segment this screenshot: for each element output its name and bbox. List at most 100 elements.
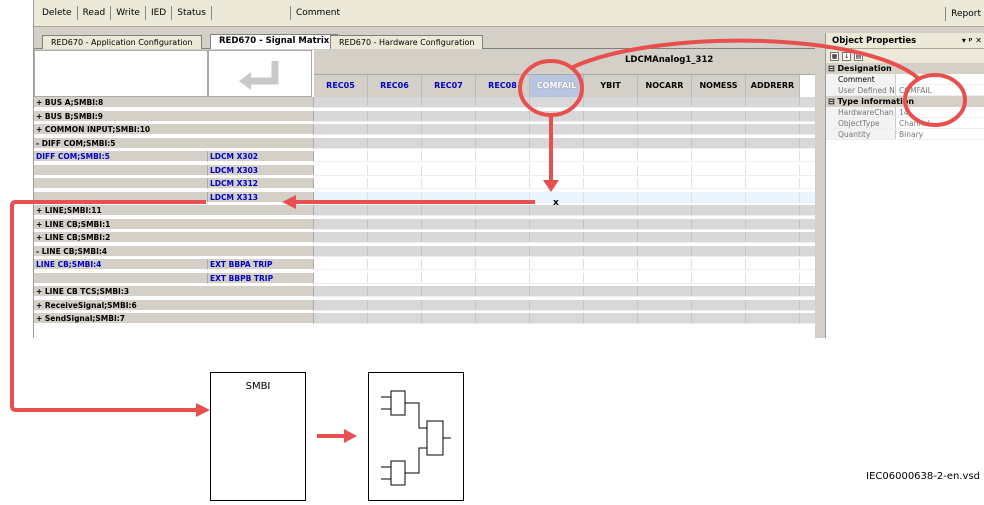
screenshot-window: Delete Read Write IED Status Comment Rep… [33, 0, 984, 338]
property-key: User Defined N [826, 85, 896, 95]
row-cells[interactable] [314, 272, 815, 284]
column-header-nocarr[interactable]: NOCARR [638, 75, 692, 97]
row-group-label[interactable]: + LINE CB TCS;SMBI:3 [34, 286, 314, 297]
row-cells[interactable] [314, 259, 815, 270]
row-signal-label: EXT BBPB TRIP [208, 272, 314, 284]
row-cells[interactable] [314, 286, 815, 297]
column-header-rec06[interactable]: REC06 [368, 75, 422, 97]
property-category[interactable]: ⊟ Type information [826, 96, 984, 107]
row-signal-label: LDCM X303 [208, 164, 314, 176]
ied-button[interactable]: IED [146, 6, 173, 20]
property-pages-icon[interactable]: ▤ [854, 51, 863, 61]
matrix-row[interactable]: - LINE CB;SMBI:4 [34, 245, 815, 257]
row-cells[interactable] [314, 151, 815, 162]
panel-controls[interactable]: ▾ ᵖ ✕ [962, 33, 982, 49]
row-cells[interactable] [314, 245, 815, 257]
matrix-row[interactable]: + BUS A;SMBI:8 [34, 97, 815, 108]
matrix-group-header: LDCMAnalog1_312 [314, 50, 815, 75]
matrix-row[interactable]: - DIFF COM;SMBI:5 [34, 137, 815, 149]
matrix-row[interactable]: LINE CB;SMBI:4 EXT BBPA TRIP [34, 259, 815, 270]
connection-mark[interactable]: x [553, 198, 559, 208]
row-signal-label: LDCM X312 [208, 178, 314, 189]
tab-application-configuration[interactable]: RED670 - Application Configuration [42, 35, 202, 49]
write-button[interactable]: Write [111, 6, 146, 20]
property-value[interactable]: Binary [896, 129, 984, 139]
row-cells[interactable] [314, 313, 815, 324]
row-cells[interactable] [314, 178, 815, 189]
logic-diagram-icon [381, 390, 451, 486]
column-header-rec07[interactable]: REC07 [422, 75, 476, 97]
report-button[interactable]: Report [945, 7, 981, 21]
row-cells[interactable] [314, 164, 815, 176]
row-cells[interactable] [314, 110, 815, 122]
matrix-row[interactable]: + BUS B;SMBI:9 [34, 110, 815, 122]
row-cells[interactable] [314, 299, 815, 311]
row-cells[interactable] [314, 191, 815, 203]
smbi-label: SMBI [245, 381, 271, 392]
row-group-label[interactable]: + LINE;SMBI:11 [34, 205, 314, 216]
group-title: LDCMAnalog1_312 [625, 55, 714, 65]
row-group-label[interactable]: + ReceiveSignal;SMBI:6 [34, 299, 314, 311]
row-cells[interactable] [314, 97, 815, 108]
row-group-label[interactable]: + SendSignal;SMBI:7 [34, 313, 314, 324]
row-signal-label: LDCM X302 [208, 151, 314, 162]
figure-caption: IEC06000638-2-en.vsd [866, 471, 980, 482]
sort-az-icon[interactable]: ↓ [842, 51, 851, 61]
return-arrow-icon [239, 61, 279, 90]
matrix-row[interactable]: DIFF COM;SMBI:5 LDCM X302 [34, 151, 815, 162]
row-group-label[interactable]: + COMMON INPUT;SMBI:10 [34, 124, 314, 135]
read-button[interactable]: Read [78, 6, 112, 20]
row-group-label[interactable]: + LINE CB;SMBI:2 [34, 232, 314, 243]
row-cells[interactable] [314, 137, 815, 149]
property-row[interactable]: Comment [826, 74, 984, 85]
row-group-label[interactable]: + BUS A;SMBI:8 [34, 97, 314, 108]
matrix-row[interactable]: + LINE CB TCS;SMBI:3 [34, 286, 815, 297]
delete-button[interactable]: Delete [34, 6, 78, 20]
column-header-rec08[interactable]: REC08 [476, 75, 530, 97]
property-key: ObjectType [826, 118, 896, 128]
row-cells[interactable] [314, 232, 815, 243]
property-value[interactable]: Channel [896, 118, 984, 128]
row-group-label[interactable]: - DIFF COM;SMBI:5 [34, 137, 314, 149]
matrix-row[interactable]: EXT BBPB TRIP [34, 272, 815, 284]
column-header-addrerr[interactable]: ADDRERR [746, 75, 800, 97]
matrix-row[interactable]: + LINE;SMBI:11 [34, 205, 815, 216]
matrix-row[interactable]: LDCM X312 [34, 178, 815, 189]
row-group-label[interactable]: + BUS B;SMBI:9 [34, 110, 314, 122]
route-arrowhead-icon [196, 403, 210, 417]
collapse-icon[interactable]: ⊟ [828, 97, 838, 106]
row-group-label[interactable]: - LINE CB;SMBI:4 [34, 245, 314, 257]
matrix-row[interactable]: + LINE CB;SMBI:2 [34, 232, 815, 243]
tab-signal-matrix[interactable]: RED670 - Signal Matrix [210, 34, 339, 49]
column-header-comfail[interactable]: COMFAIL [530, 75, 584, 97]
property-row[interactable]: HardwareChan 14 [826, 107, 984, 118]
row-group-label [34, 164, 208, 176]
property-category[interactable]: ⊟ Designation [826, 63, 984, 74]
matrix-row[interactable]: + COMMON INPUT;SMBI:10 [34, 124, 815, 135]
comment-button[interactable]: Comment [289, 6, 345, 20]
matrix-row[interactable]: + SendSignal;SMBI:7 [34, 313, 815, 324]
status-button[interactable]: Status [172, 6, 212, 20]
matrix-row[interactable]: LDCM X303 [34, 164, 815, 176]
collapse-icon[interactable]: ⊟ [828, 64, 838, 73]
row-cells[interactable] [314, 218, 815, 230]
matrix-row[interactable]: + LINE CB;SMBI:1 [34, 218, 815, 230]
row-group-label [34, 191, 208, 203]
row-cells[interactable] [314, 205, 815, 216]
column-header-nomess[interactable]: NOMESS [692, 75, 746, 97]
matrix-row[interactable]: LDCM X313 [34, 191, 815, 203]
property-row[interactable]: Quantity Binary [826, 129, 984, 140]
column-header-rec05[interactable]: REC05 [314, 75, 368, 97]
property-value[interactable]: COMFAIL [896, 85, 984, 95]
property-value[interactable] [896, 74, 984, 84]
tab-hardware-configuration[interactable]: RED670 - Hardware Configuration [330, 35, 484, 49]
row-cells[interactable] [314, 124, 815, 135]
property-row[interactable]: User Defined N COMFAIL [826, 85, 984, 96]
column-header-ybit[interactable]: YBIT [584, 75, 638, 97]
property-category-label: Type information [837, 97, 915, 106]
matrix-row[interactable]: + ReceiveSignal;SMBI:6 [34, 299, 815, 311]
property-row[interactable]: ObjectType Channel [826, 118, 984, 129]
categorized-icon[interactable]: ▦ [830, 51, 839, 61]
property-value[interactable]: 14 [896, 107, 984, 117]
row-group-label[interactable]: + LINE CB;SMBI:1 [34, 218, 314, 230]
